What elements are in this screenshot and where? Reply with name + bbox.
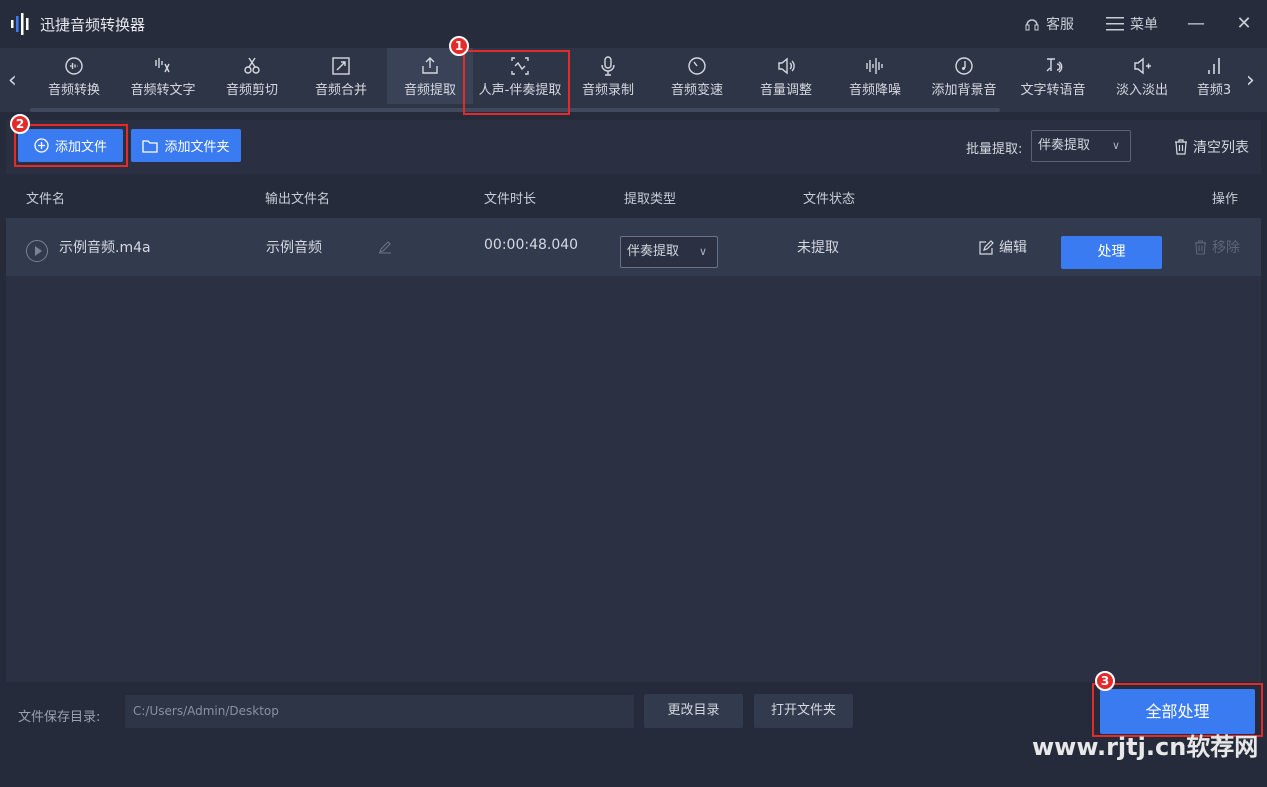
customer-service-button[interactable]: 客服 <box>1024 14 1074 34</box>
highlight-box-vocal-extract <box>463 50 570 115</box>
noise-reduce-icon <box>865 56 885 76</box>
add-folder-button[interactable]: 添加文件夹 <box>131 129 241 162</box>
process-button[interactable]: 处理 <box>1061 236 1162 269</box>
tool-label: 音频合并 <box>314 83 367 98</box>
extract-type-select[interactable]: 伴奏提取 ∨ <box>620 236 718 268</box>
trash-icon <box>1174 139 1188 155</box>
save-directory-label: 文件保存目录: <box>18 710 101 725</box>
tool-audio-extract[interactable]: 音频提取 <box>387 48 473 104</box>
batch-extract-select[interactable]: 伴奏提取 ∨ <box>1031 130 1131 162</box>
remove-button[interactable]: 移除 <box>1194 237 1240 257</box>
merge-icon <box>331 56 351 76</box>
tool-label: 音频转文字 <box>130 83 196 98</box>
pencil-icon[interactable] <box>378 240 392 254</box>
column-header-actions: 操作 <box>1212 192 1239 207</box>
column-header-duration: 文件时长 <box>484 192 537 207</box>
open-folder-button[interactable]: 打开文件夹 <box>754 694 853 728</box>
tool-label: 文字转语音 <box>1020 83 1086 98</box>
close-button[interactable]: ✕ <box>1230 10 1258 38</box>
chevron-down-icon: ∨ <box>1111 139 1120 152</box>
clear-list-button[interactable]: 清空列表 <box>1174 137 1249 157</box>
tool-label: 淡入淡出 <box>1115 83 1168 98</box>
tool-audio-merge[interactable]: 音频合并 <box>298 48 384 104</box>
tool-audio-cut[interactable]: 音频剪切 <box>209 48 295 104</box>
audio-bars-icon <box>1204 56 1224 76</box>
tool-label: 音频变速 <box>670 83 723 98</box>
tool-audio-convert[interactable]: 音频转换 <box>31 48 117 104</box>
save-directory-input[interactable]: C:/Users/Admin/Desktop <box>125 695 634 728</box>
duration-cell: 00:00:48.040 <box>484 237 579 253</box>
scroll-left-icon[interactable]: ‹ <box>8 68 17 93</box>
edit-button[interactable]: 编辑 <box>979 237 1027 257</box>
output-name-cell: 示例音频 <box>266 240 322 256</box>
tool-label: 音频降噪 <box>848 83 901 98</box>
tool-label: 添加背景音 <box>931 83 997 98</box>
edit-label: 编辑 <box>999 240 1027 256</box>
batch-extract-value: 伴奏提取 <box>1038 138 1091 153</box>
change-directory-button[interactable]: 更改目录 <box>644 694 743 728</box>
audio-convert-icon <box>64 56 84 76</box>
tool-text-to-speech[interactable]: 文字转语音 <box>1010 48 1096 104</box>
add-folder-label: 添加文件夹 <box>164 140 230 155</box>
folder-icon <box>142 139 159 153</box>
tool-label: 音频剪切 <box>225 83 278 98</box>
table-header: 文件名 输出文件名 文件时长 提取类型 文件状态 操作 <box>6 174 1261 218</box>
tool-noise-reduce[interactable]: 音频降噪 <box>832 48 918 104</box>
scroll-right-icon[interactable]: › <box>1246 68 1255 93</box>
play-icon[interactable] <box>26 240 48 262</box>
status-cell: 未提取 <box>797 240 839 256</box>
file-list: 示例音频.m4a 示例音频 00:00:48.040 伴奏提取 ∨ 未提取 编辑… <box>6 218 1261 682</box>
edit-icon <box>979 239 994 255</box>
tool-volume-adjust[interactable]: 音量调整 <box>743 48 829 104</box>
trash-icon <box>1194 239 1207 255</box>
step-badge-3: 3 <box>1095 671 1115 691</box>
tool-fade[interactable]: 淡入淡出 <box>1099 48 1185 104</box>
feature-toolbar: ‹ 音频转换 音频转文字 音频剪切 音频合并 音频提取 人声-伴奏提取 音频录制… <box>0 48 1267 112</box>
tool-background-music[interactable]: 添加背景音 <box>921 48 1007 104</box>
headset-icon <box>1024 16 1040 32</box>
tool-label: 音频提取 <box>403 83 456 98</box>
tool-audio-speed[interactable]: 音频变速 <box>654 48 740 104</box>
tool-label: 音频转换 <box>47 83 100 98</box>
batch-extract-label: 批量提取: <box>966 142 1023 157</box>
step-badge-2: 2 <box>10 114 30 134</box>
watermark-text: www.rjtj.cn软荐网 <box>1032 733 1259 761</box>
text-to-speech-icon <box>1043 56 1063 76</box>
highlight-box-add-file <box>14 124 128 167</box>
extract-type-value: 伴奏提取 <box>627 244 680 259</box>
column-header-file-name: 文件名 <box>26 192 66 207</box>
tool-label: 音频3 <box>1196 83 1232 98</box>
export-icon <box>420 56 440 76</box>
microphone-icon <box>598 56 618 76</box>
menu-button[interactable]: 菜单 <box>1106 14 1158 34</box>
customer-service-label: 客服 <box>1046 17 1074 33</box>
speed-icon <box>687 56 707 76</box>
tool-audio-more[interactable]: 音频3 <box>1188 48 1240 104</box>
step-badge-1: 1 <box>449 36 469 56</box>
fade-icon <box>1132 56 1152 76</box>
remove-label: 移除 <box>1212 240 1240 256</box>
app-title: 迅捷音频转换器 <box>40 16 146 34</box>
volume-icon <box>776 56 796 76</box>
tool-label: 音量调整 <box>759 83 812 98</box>
chevron-down-icon: ∨ <box>698 245 707 258</box>
menu-label: 菜单 <box>1130 17 1158 33</box>
file-name-cell: 示例音频.m4a <box>59 240 151 256</box>
column-header-status: 文件状态 <box>803 192 856 207</box>
tool-label: 音频录制 <box>581 83 634 98</box>
hamburger-icon <box>1106 17 1124 31</box>
tool-audio-to-text[interactable]: 音频转文字 <box>120 48 206 104</box>
audio-to-text-icon <box>153 56 173 76</box>
background-music-icon <box>954 56 974 76</box>
scissors-icon <box>242 56 262 76</box>
column-header-extract-type: 提取类型 <box>624 192 677 207</box>
tool-audio-record[interactable]: 音频录制 <box>565 48 651 104</box>
clear-list-label: 清空列表 <box>1193 140 1249 156</box>
title-bar: 迅捷音频转换器 客服 菜单 — ✕ <box>0 0 1267 48</box>
table-row: 示例音频.m4a 示例音频 00:00:48.040 伴奏提取 ∨ 未提取 编辑… <box>6 218 1261 276</box>
app-logo-icon <box>10 13 34 35</box>
minimize-button[interactable]: — <box>1182 10 1210 38</box>
column-header-output-name: 输出文件名 <box>265 192 331 207</box>
